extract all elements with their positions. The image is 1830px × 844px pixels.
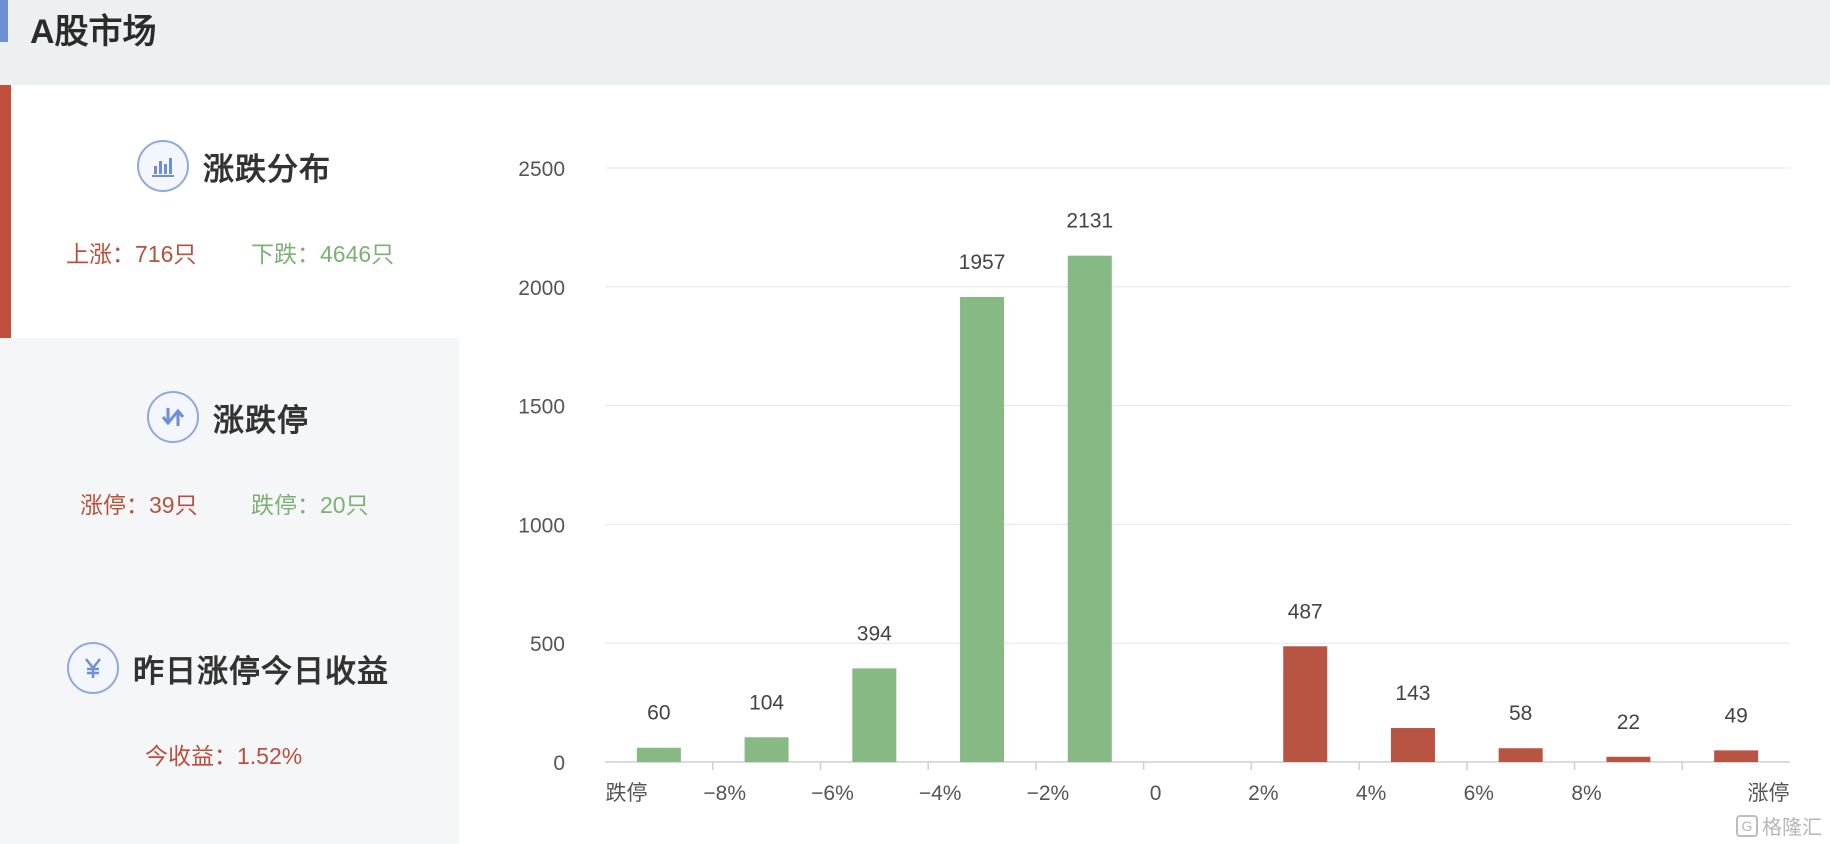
yen-icon (67, 642, 119, 694)
watermark-text: 格隆汇 (1762, 817, 1822, 839)
page-title: A股市场 (30, 13, 157, 51)
limit-down-count: 跌停：20只 (251, 492, 369, 518)
x-tick-label: 跌停 (606, 782, 648, 805)
down-count: 下跌：4646只 (251, 241, 395, 267)
bar (960, 297, 1005, 762)
bar (1067, 255, 1112, 762)
bar (852, 668, 897, 762)
y-tick-label: 1500 (518, 396, 565, 419)
logo-icon: G (1736, 814, 1758, 837)
left-panel: 涨跌分布 上涨：716只 下跌：4646只 涨跌停 涨停：39只 跌停：20只 … (0, 85, 459, 844)
distribution-title: 涨跌分布 (203, 151, 331, 187)
x-tick-label: −4% (919, 782, 962, 805)
y-tick-label: 0 (553, 752, 565, 775)
data-label: 1957 (959, 251, 1006, 274)
x-tick-label: −8% (703, 782, 746, 805)
limit-up-count: 涨停：39只 (80, 492, 198, 518)
data-label: 104 (749, 691, 784, 714)
yesterday-header[interactable]: 昨日涨停今日收益 (67, 642, 389, 694)
y-tick-label: 1000 (518, 514, 565, 537)
limit-header[interactable]: 涨跌停 (147, 391, 309, 443)
bar-chart-icon (137, 140, 189, 192)
up-down-arrows-icon (147, 391, 199, 443)
distribution-panel[interactable] (0, 85, 459, 338)
watermark: G 格隆汇 (1736, 811, 1822, 840)
bar (744, 737, 789, 762)
bar (1390, 728, 1435, 762)
limit-title: 涨跌停 (213, 402, 309, 438)
distribution-chart: 0 500 1000 1500 2000 2500 60 104 394 1957 2131 487 1… (490, 130, 1830, 844)
bar (636, 747, 681, 762)
bar (1606, 756, 1651, 762)
y-tick-label: 500 (530, 633, 565, 656)
y-tick-label: 2000 (518, 277, 565, 300)
distribution-header[interactable]: 涨跌分布 (137, 140, 331, 192)
bar (1498, 748, 1543, 762)
today-return: 今收益：1.52% (145, 743, 303, 769)
y-tick-label: 2500 (518, 158, 565, 181)
x-tick-label: 2% (1248, 782, 1278, 805)
data-label: 394 (857, 622, 892, 645)
data-label: 487 (1288, 600, 1323, 623)
chart-svg: 0 500 1000 1500 2000 2500 60 104 394 1957 2131 487 1… (518, 158, 1790, 805)
x-tick-label: −2% (1027, 782, 1070, 805)
up-count: 上涨：716只 (66, 241, 197, 267)
data-label: 2131 (1066, 210, 1113, 233)
data-label: 58 (1509, 702, 1532, 725)
data-label: 143 (1395, 682, 1430, 705)
x-tick-label: 8% (1571, 782, 1601, 805)
bar (1283, 646, 1328, 762)
header-accent-bar (0, 0, 8, 42)
yesterday-title: 昨日涨停今日收益 (133, 653, 389, 689)
page-header: A股市场 (0, 0, 1830, 85)
active-indicator-bar (0, 85, 11, 338)
x-tick-label: 4% (1356, 782, 1386, 805)
x-tick-label: 0 (1150, 782, 1162, 805)
x-tick-label: 涨停 (1747, 782, 1789, 805)
data-label: 60 (647, 702, 670, 725)
x-tick-label: −6% (811, 782, 854, 805)
data-label: 49 (1724, 704, 1747, 727)
bar (1714, 750, 1759, 762)
data-label: 22 (1617, 711, 1640, 734)
x-tick-label: 6% (1464, 782, 1494, 805)
